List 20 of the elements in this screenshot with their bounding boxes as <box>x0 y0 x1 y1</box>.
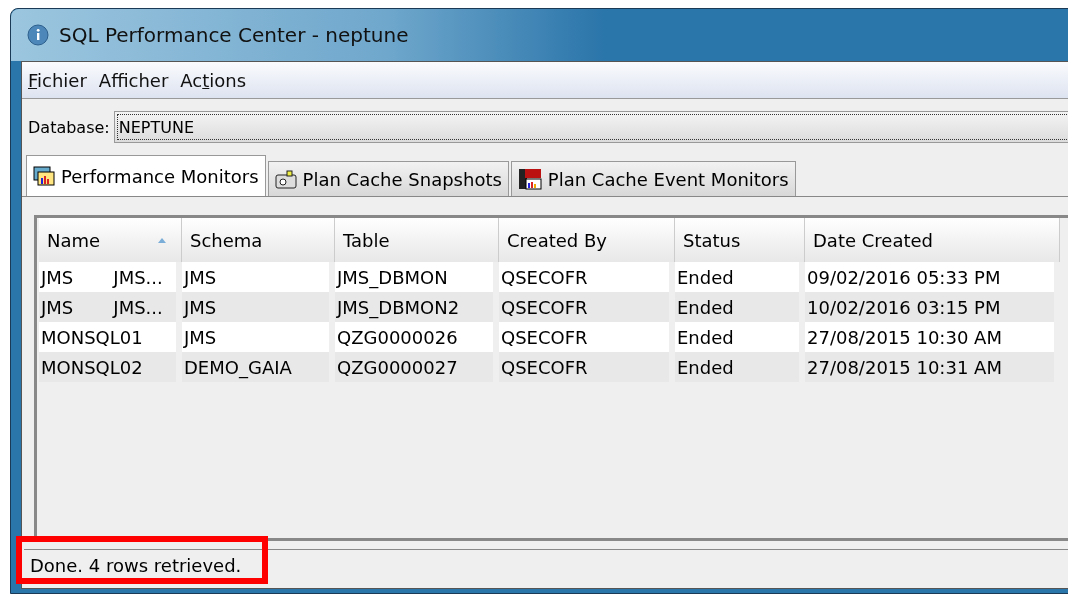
tab[interactable]: Performance Monitors <box>26 155 266 196</box>
column-header[interactable]: Date Created <box>805 218 1060 262</box>
menu-item[interactable]: Afficher <box>98 69 169 91</box>
tab[interactable]: Plan Cache Event Monitors <box>510 161 796 196</box>
window-title: SQL Performance Center - neptune <box>59 23 409 47</box>
column-header[interactable]: Schema <box>182 218 335 262</box>
tab[interactable]: Plan Cache Snapshots <box>267 161 509 196</box>
column-header[interactable]: Created By <box>499 218 675 262</box>
database-dropdown[interactable]: NEPTUNE <box>113 111 1068 143</box>
menu-item[interactable]: Actions <box>180 69 247 91</box>
info-icon <box>27 24 49 46</box>
database-label: Database: <box>28 117 110 137</box>
menu-item[interactable]: Fichier <box>28 69 87 91</box>
camera-icon <box>274 169 297 189</box>
column-header[interactable]: Table <box>335 218 499 262</box>
chart-table-icon <box>33 166 55 186</box>
status-text: Done. 4 rows retrieved. <box>30 554 242 576</box>
column-header[interactable]: Status <box>675 218 805 262</box>
database-chart-icon <box>517 168 542 190</box>
column-header[interactable]: Name <box>39 218 182 262</box>
